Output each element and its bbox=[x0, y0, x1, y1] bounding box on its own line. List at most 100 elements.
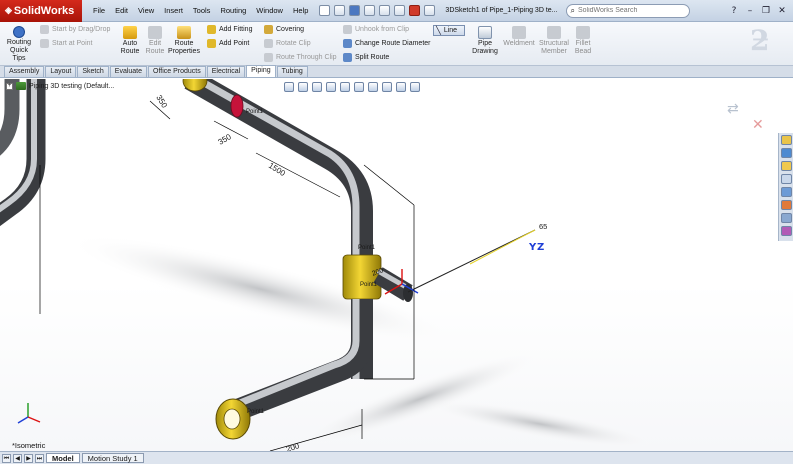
tab-assembly[interactable]: Assembly bbox=[4, 66, 45, 77]
app-name: SolidWorks bbox=[13, 4, 75, 17]
search-input[interactable] bbox=[577, 7, 678, 14]
command-manager: Routing Quick Tips Start by Drag/Drop St… bbox=[0, 22, 793, 66]
save-icon[interactable] bbox=[349, 5, 361, 16]
routing-quick-tips-button[interactable]: Routing Quick Tips bbox=[4, 26, 34, 63]
feature-tree-root[interactable]: + Piping 3D testing (Default... bbox=[6, 82, 114, 90]
last-tab-button[interactable]: ⏭ bbox=[35, 453, 44, 463]
start-drag-drop-button[interactable]: Start by Drag/Drop bbox=[40, 25, 110, 34]
edit-route-button[interactable]: Edit Route bbox=[143, 26, 167, 56]
line-button[interactable]: ╲ Line bbox=[433, 25, 465, 36]
tab-model[interactable]: Model bbox=[46, 453, 80, 463]
view-name: *Isometric bbox=[12, 441, 46, 450]
tab-tubing[interactable]: Tubing bbox=[276, 66, 308, 77]
view-settings-icon[interactable] bbox=[410, 82, 420, 92]
sketch-point-label: Point1 bbox=[358, 245, 376, 251]
split-route-button[interactable]: Split Route bbox=[343, 53, 389, 62]
minimize-button[interactable]: – bbox=[743, 6, 757, 16]
file-explorer-icon[interactable] bbox=[780, 161, 792, 171]
graphics-area[interactable]: – ❐ ✕ bbox=[0, 79, 793, 451]
menu-view[interactable]: View bbox=[133, 6, 159, 15]
route-properties-button[interactable]: Route Properties bbox=[168, 26, 200, 56]
cancel-sketch-icon[interactable]: ✕ bbox=[752, 117, 764, 133]
edit-appearance-icon[interactable] bbox=[382, 82, 392, 92]
window-controls: ? – ❐ ✕ bbox=[727, 6, 793, 16]
viewport-window-controls: – ❐ ✕ bbox=[755, 79, 783, 81]
tab-piping[interactable]: Piping bbox=[246, 65, 276, 77]
select-arrow-icon[interactable] bbox=[394, 5, 406, 16]
appearances-icon[interactable] bbox=[780, 200, 792, 210]
viewport-close-button[interactable]: ✕ bbox=[776, 79, 783, 81]
solidworks-logo[interactable]: ◈ SolidWorks bbox=[0, 0, 82, 22]
route-through-clip-button[interactable]: Route Through Clip bbox=[264, 53, 337, 62]
fitting-icon bbox=[207, 25, 216, 34]
tab-layout[interactable]: Layout bbox=[45, 66, 77, 77]
search-box[interactable]: ⌕ bbox=[565, 3, 690, 18]
pipe-assembly-3d-view[interactable]: Y Z bbox=[0, 79, 793, 451]
design-library-icon[interactable] bbox=[780, 148, 792, 158]
close-button[interactable]: ✕ bbox=[775, 6, 789, 16]
structural-member-button[interactable]: Structural Member bbox=[537, 26, 571, 56]
routing-quick-tips-label: Routing Quick Tips bbox=[6, 39, 32, 62]
change-route-diameter-button[interactable]: Change Route Diameter bbox=[343, 39, 431, 48]
tab-evaluate[interactable]: Evaluate bbox=[109, 66, 148, 77]
viewport-restore-button[interactable]: ❐ bbox=[764, 79, 771, 81]
sketch-point-label: Point1 bbox=[360, 282, 378, 288]
rebuild-traffic-light-icon[interactable] bbox=[409, 5, 421, 16]
menu-help[interactable]: Help bbox=[288, 6, 313, 15]
menu-edit[interactable]: Edit bbox=[110, 6, 133, 15]
options-icon[interactable] bbox=[424, 5, 436, 16]
diameter-icon bbox=[343, 39, 352, 48]
menu-file[interactable]: File bbox=[88, 6, 110, 15]
solidworks-resources-icon[interactable] bbox=[780, 135, 792, 145]
view-orientation-icon[interactable] bbox=[340, 82, 350, 92]
exit-sketch-icon[interactable]: ⇄ bbox=[727, 101, 739, 117]
menu-routing[interactable]: Routing bbox=[215, 6, 251, 15]
open-folder-icon[interactable] bbox=[334, 5, 346, 16]
tab-electrical[interactable]: Electrical bbox=[206, 66, 246, 77]
print-icon[interactable] bbox=[364, 5, 376, 16]
view-palette-icon[interactable] bbox=[780, 187, 792, 197]
next-tab-button[interactable]: ▶ bbox=[24, 453, 33, 463]
covering-button[interactable]: Covering bbox=[264, 25, 304, 34]
document-recovery-icon[interactable] bbox=[780, 226, 792, 236]
start-point-icon bbox=[40, 39, 49, 48]
zoom-to-fit-icon[interactable] bbox=[284, 82, 294, 92]
fillet-bead-button[interactable]: Fillet Bead bbox=[572, 26, 594, 56]
sketch-point-label: Point1 bbox=[246, 109, 264, 115]
covering-icon bbox=[264, 25, 273, 34]
add-point-button[interactable]: Add Point bbox=[207, 39, 249, 48]
tab-office-products[interactable]: Office Products bbox=[148, 66, 206, 77]
rotate-clip-button[interactable]: Rotate Clip bbox=[264, 39, 311, 48]
point-icon bbox=[207, 39, 216, 48]
undo-icon[interactable] bbox=[379, 5, 391, 16]
add-fitting-button[interactable]: Add Fitting bbox=[207, 25, 252, 34]
apply-scene-icon[interactable] bbox=[396, 82, 406, 92]
first-tab-button[interactable]: ⏮ bbox=[2, 453, 11, 463]
search-results-icon[interactable] bbox=[780, 174, 792, 184]
viewport-minimize-button[interactable]: – bbox=[755, 79, 759, 81]
hide-show-items-icon[interactable] bbox=[368, 82, 378, 92]
weldment-button[interactable]: Weldment bbox=[502, 26, 536, 48]
restore-button[interactable]: ❐ bbox=[759, 6, 773, 16]
start-at-point-button[interactable]: Start at Point bbox=[40, 39, 92, 48]
zoom-area-icon[interactable] bbox=[298, 82, 308, 92]
previous-tab-button[interactable]: ◀ bbox=[13, 453, 22, 463]
custom-properties-icon[interactable] bbox=[780, 213, 792, 223]
menu-window[interactable]: Window bbox=[251, 6, 288, 15]
auto-route-button[interactable]: Auto Route bbox=[118, 26, 142, 56]
section-view-icon[interactable] bbox=[326, 82, 336, 92]
menu-insert[interactable]: Insert bbox=[159, 6, 188, 15]
pipe-drawing-button[interactable]: Pipe Drawing bbox=[470, 26, 500, 56]
menu-tools[interactable]: Tools bbox=[188, 6, 216, 15]
tab-motion-study-1[interactable]: Motion Study 1 bbox=[81, 453, 144, 463]
tree-expand-icon[interactable]: + bbox=[6, 82, 13, 90]
angle-dimension-65[interactable]: 65 bbox=[539, 222, 547, 231]
unhook-from-clip-button[interactable]: Unhook from Clip bbox=[343, 25, 409, 34]
display-style-icon[interactable] bbox=[354, 82, 364, 92]
help-icon[interactable]: ? bbox=[727, 6, 741, 16]
structural-member-icon bbox=[547, 26, 561, 39]
tab-sketch[interactable]: Sketch bbox=[77, 66, 109, 77]
new-document-icon[interactable] bbox=[319, 5, 331, 16]
svg-text:Z: Z bbox=[537, 242, 544, 253]
previous-view-icon[interactable] bbox=[312, 82, 322, 92]
